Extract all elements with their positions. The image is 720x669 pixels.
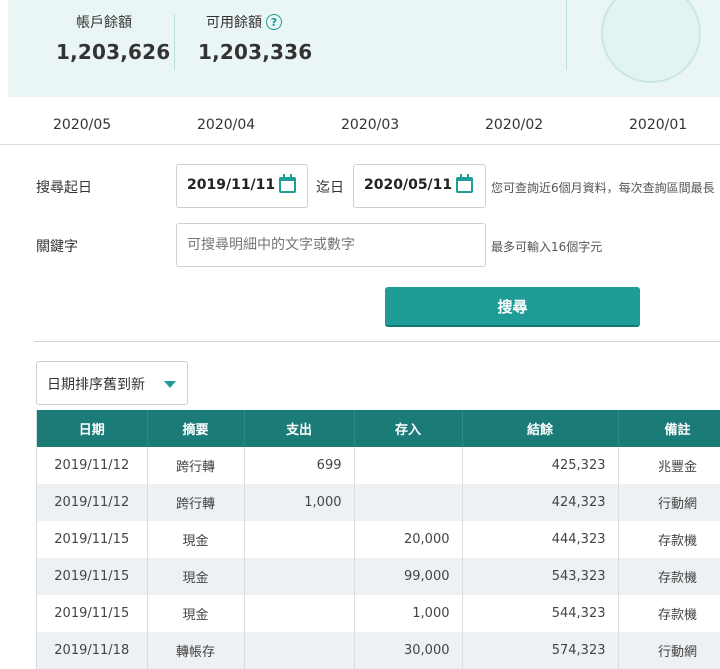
keyword-label: 關鍵字 <box>36 239 78 255</box>
cell-deposit <box>354 447 463 484</box>
cell-balance: 574,323 <box>462 632 619 669</box>
cell-note: 存款機 <box>618 595 720 632</box>
chevron-down-icon <box>164 381 176 388</box>
table-row: 2019/11/18 轉帳存 30,000 574,323 行動網 <box>37 632 720 669</box>
available-balance-label: 可用餘額 <box>206 15 262 31</box>
decorative-circle <box>601 0 701 83</box>
cell-summary: 轉帳存 <box>147 632 245 669</box>
end-date-label: 迄日 <box>316 180 344 196</box>
cell-note: 行動網 <box>618 484 720 521</box>
cell-withdrawal <box>244 521 355 558</box>
panel-divider <box>566 0 567 70</box>
keyword-input[interactable] <box>176 223 486 267</box>
search-form: 搜尋起日 2019/11/11 迄日 2020/05/11 您可查詢近6個月資料… <box>0 146 720 346</box>
table-header-row: 日期 摘要 支出 存入 結餘 備註 <box>37 410 720 447</box>
cell-balance: 425,323 <box>462 447 619 484</box>
cell-withdrawal <box>244 632 355 669</box>
cell-note: 存款機 <box>618 521 720 558</box>
col-header-balance: 結餘 <box>462 410 619 447</box>
balance-panel: 帳戶餘額 1,203,626 可用餘額 ? 1,203,336 <box>8 0 720 97</box>
start-date-value: 2019/11/11 <box>187 177 276 193</box>
table-row: 2019/11/15 現金 1,000 544,323 存款機 <box>37 595 720 632</box>
cell-withdrawal: 1,000 <box>244 484 355 521</box>
date-range-hint: 您可查詢近6個月資料，每次查詢區間最長 <box>491 181 715 195</box>
month-tabs: 2020/05 2020/04 2020/03 2020/02 2020/01 <box>0 97 720 145</box>
cell-date: 2019/11/12 <box>37 484 148 521</box>
col-header-withdrawal: 支出 <box>244 410 355 447</box>
table-row: 2019/11/12 跨行轉 1,000 424,323 行動網 <box>37 484 720 521</box>
account-balance: 帳戶餘額 1,203,626 <box>56 12 170 64</box>
cell-withdrawal <box>244 595 355 632</box>
cell-balance: 544,323 <box>462 595 619 632</box>
cell-deposit: 20,000 <box>354 521 463 558</box>
cell-balance: 543,323 <box>462 558 619 595</box>
tab-month-2020-01[interactable]: 2020/01 <box>629 117 687 133</box>
cell-summary: 跨行轉 <box>147 484 245 521</box>
cell-note: 兆豐金 <box>618 447 720 484</box>
start-date-field[interactable]: 2019/11/11 <box>176 164 308 208</box>
cell-date: 2019/11/15 <box>37 521 148 558</box>
cell-balance: 444,323 <box>462 521 619 558</box>
cell-date: 2019/11/12 <box>37 447 148 484</box>
tab-month-2020-03[interactable]: 2020/03 <box>341 117 399 133</box>
cell-summary: 跨行轉 <box>147 447 245 484</box>
table-row: 2019/11/12 跨行轉 699 425,323 兆豐金 <box>37 447 720 484</box>
cell-summary: 現金 <box>147 595 245 632</box>
start-date-label: 搜尋起日 <box>36 180 92 196</box>
col-header-deposit: 存入 <box>354 410 463 447</box>
cell-summary: 現金 <box>147 558 245 595</box>
available-balance: 可用餘額 ? 1,203,336 <box>198 12 312 64</box>
cell-deposit: 99,000 <box>354 558 463 595</box>
cell-date: 2019/11/15 <box>37 558 148 595</box>
cell-withdrawal: 699 <box>244 447 355 484</box>
tab-month-2020-05[interactable]: 2020/05 <box>53 117 111 133</box>
calendar-icon[interactable] <box>279 174 296 193</box>
end-date-value: 2020/05/11 <box>364 177 453 193</box>
cell-note: 存款機 <box>618 558 720 595</box>
calendar-icon[interactable] <box>456 174 473 193</box>
cell-date: 2019/11/15 <box>37 595 148 632</box>
account-balance-value: 1,203,626 <box>56 40 171 64</box>
search-button[interactable]: 搜尋 <box>385 287 640 327</box>
cell-deposit <box>354 484 463 521</box>
cell-withdrawal <box>244 558 355 595</box>
help-icon[interactable]: ? <box>266 14 282 30</box>
col-header-date: 日期 <box>37 410 148 447</box>
end-date-field[interactable]: 2020/05/11 <box>353 164 486 208</box>
account-balance-label: 帳戶餘額 <box>76 15 132 31</box>
col-header-summary: 摘要 <box>147 410 245 447</box>
available-balance-value: 1,203,336 <box>198 40 313 64</box>
keyword-hint: 最多可輸入16個字元 <box>491 240 603 254</box>
table-row: 2019/11/15 現金 99,000 543,323 存款機 <box>37 558 720 595</box>
table-row: 2019/11/15 現金 20,000 444,323 存款機 <box>37 521 720 558</box>
col-header-note: 備註 <box>618 410 720 447</box>
cell-balance: 424,323 <box>462 484 619 521</box>
cell-deposit: 1,000 <box>354 595 463 632</box>
cell-date: 2019/11/18 <box>37 632 148 669</box>
transactions-table: 日期 摘要 支出 存入 結餘 備註 2019/11/12 跨行轉 699 425… <box>36 410 720 669</box>
tab-month-2020-02[interactable]: 2020/02 <box>485 117 543 133</box>
tab-month-2020-04[interactable]: 2020/04 <box>197 117 255 133</box>
divider <box>34 341 720 342</box>
cell-deposit: 30,000 <box>354 632 463 669</box>
balance-divider <box>174 14 175 70</box>
cell-note: 行動網 <box>618 632 720 669</box>
sort-select[interactable]: 日期排序舊到新 <box>36 361 188 405</box>
cell-summary: 現金 <box>147 521 245 558</box>
sort-selected-value: 日期排序舊到新 <box>47 377 145 393</box>
